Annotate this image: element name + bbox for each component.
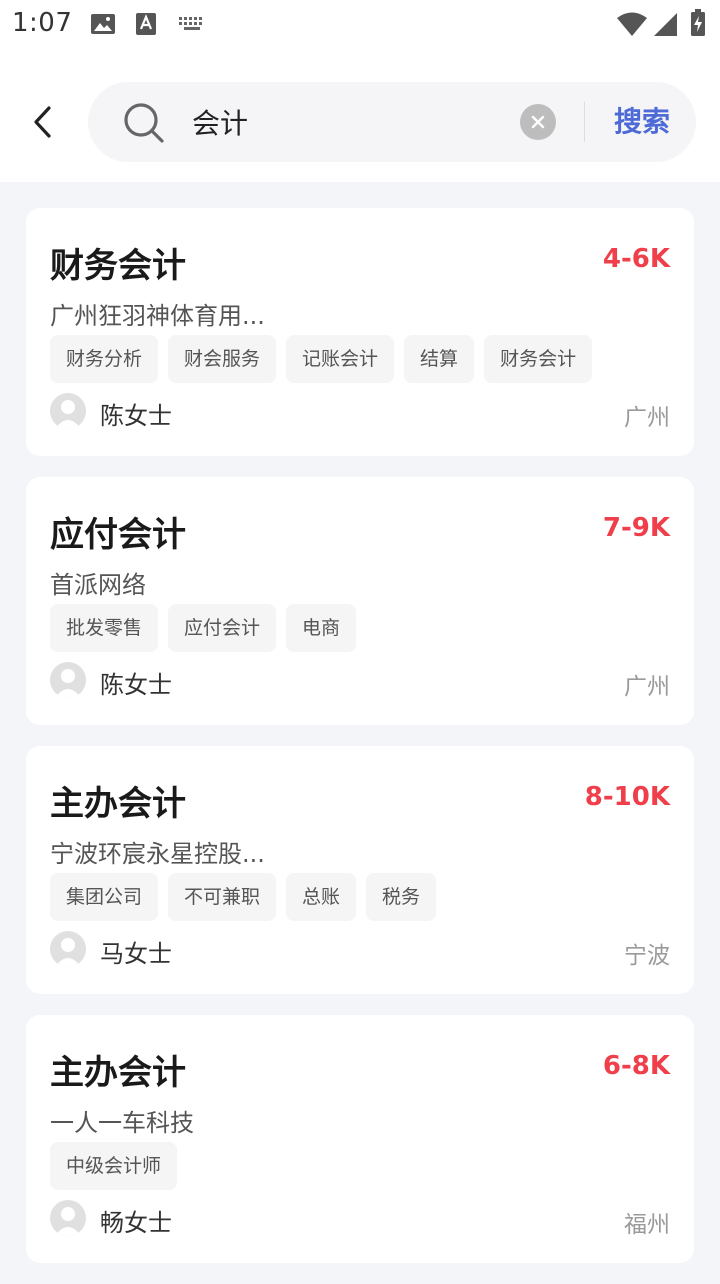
job-city: 宁波 <box>624 943 670 969</box>
recruiter-name: 陈女士 <box>100 671 172 699</box>
job-salary: 6-8K <box>602 1051 670 1081</box>
text-a-icon <box>134 12 158 40</box>
top-bar: 1:07 会计 搜索 <box>0 0 720 182</box>
back-button[interactable] <box>20 100 64 144</box>
job-salary: 8-10K <box>584 782 670 812</box>
job-salary: 4-6K <box>602 244 670 274</box>
job-tags: 财务分析 财会服务 记账会计 结算 财务会计 <box>50 335 602 383</box>
wifi-icon <box>616 11 648 41</box>
recruiter-name: 陈女士 <box>100 402 172 430</box>
job-tags: 中级会计师 <box>50 1142 187 1190</box>
signal-icon <box>652 11 678 41</box>
job-tag: 财务会计 <box>484 335 593 383</box>
job-title: 主办会计 <box>50 1053 186 1093</box>
job-card[interactable]: 应付会计 7-9K 首派网络 批发零售 应付会计 电商 陈女士 广州 <box>26 477 694 725</box>
avatar-icon <box>50 393 86 429</box>
job-company: 宁波环宸永星控股... <box>50 840 265 868</box>
recruiter-name: 畅女士 <box>100 1209 172 1237</box>
job-tag: 税务 <box>366 873 437 921</box>
recruiter-name: 马女士 <box>100 940 172 968</box>
search-icon <box>122 101 166 149</box>
job-company: 广州狂羽神体育用... <box>50 302 265 330</box>
search-divider <box>584 102 585 142</box>
job-company: 一人一车科技 <box>50 1109 194 1137</box>
job-tags: 集团公司 不可兼职 总账 税务 <box>50 873 446 921</box>
job-tag: 财会服务 <box>168 335 277 383</box>
job-tag: 不可兼职 <box>168 873 277 921</box>
job-city: 广州 <box>624 674 670 700</box>
battery-charging-icon <box>690 9 706 41</box>
avatar-icon <box>50 1200 86 1236</box>
job-list: 财务会计 4-6K 广州狂羽神体育用... 财务分析 财会服务 记账会计 结算 … <box>26 208 694 1284</box>
job-tag: 应付会计 <box>168 604 277 652</box>
status-time: 1:07 <box>12 8 73 38</box>
search-input[interactable] <box>192 100 502 144</box>
keyboard-icon <box>178 16 206 36</box>
job-salary: 7-9K <box>602 513 670 543</box>
job-tags: 批发零售 应付会计 电商 <box>50 604 366 652</box>
image-icon <box>90 12 116 40</box>
search-box: 搜索 <box>88 82 696 162</box>
job-tag: 记账会计 <box>286 335 395 383</box>
search-button[interactable]: 搜索 <box>614 100 670 140</box>
job-tag: 结算 <box>404 335 475 383</box>
job-title: 应付会计 <box>50 515 186 555</box>
job-tag: 财务分析 <box>50 335 159 383</box>
job-title: 财务会计 <box>50 246 186 286</box>
job-tag: 批发零售 <box>50 604 159 652</box>
job-card[interactable]: 主办会计 8-10K 宁波环宸永星控股... 集团公司 不可兼职 总账 税务 马… <box>26 746 694 994</box>
clear-search-button[interactable] <box>520 104 556 140</box>
job-company: 首派网络 <box>50 571 146 599</box>
job-city: 福州 <box>624 1212 670 1238</box>
job-card[interactable]: 财务会计 4-6K 广州狂羽神体育用... 财务分析 财会服务 记账会计 结算 … <box>26 208 694 456</box>
job-tag: 总账 <box>286 873 357 921</box>
job-tag: 集团公司 <box>50 873 159 921</box>
status-bar: 1:07 <box>0 0 720 48</box>
job-city: 广州 <box>624 405 670 431</box>
job-card[interactable]: 主办会计 6-8K 一人一车科技 中级会计师 畅女士 福州 <box>26 1015 694 1263</box>
job-title: 主办会计 <box>50 784 186 824</box>
job-tag: 电商 <box>286 604 357 652</box>
job-tag: 中级会计师 <box>50 1142 178 1190</box>
chevron-left-icon <box>34 106 51 138</box>
avatar-icon <box>50 931 86 967</box>
clear-icon <box>531 115 545 129</box>
avatar-icon <box>50 662 86 698</box>
